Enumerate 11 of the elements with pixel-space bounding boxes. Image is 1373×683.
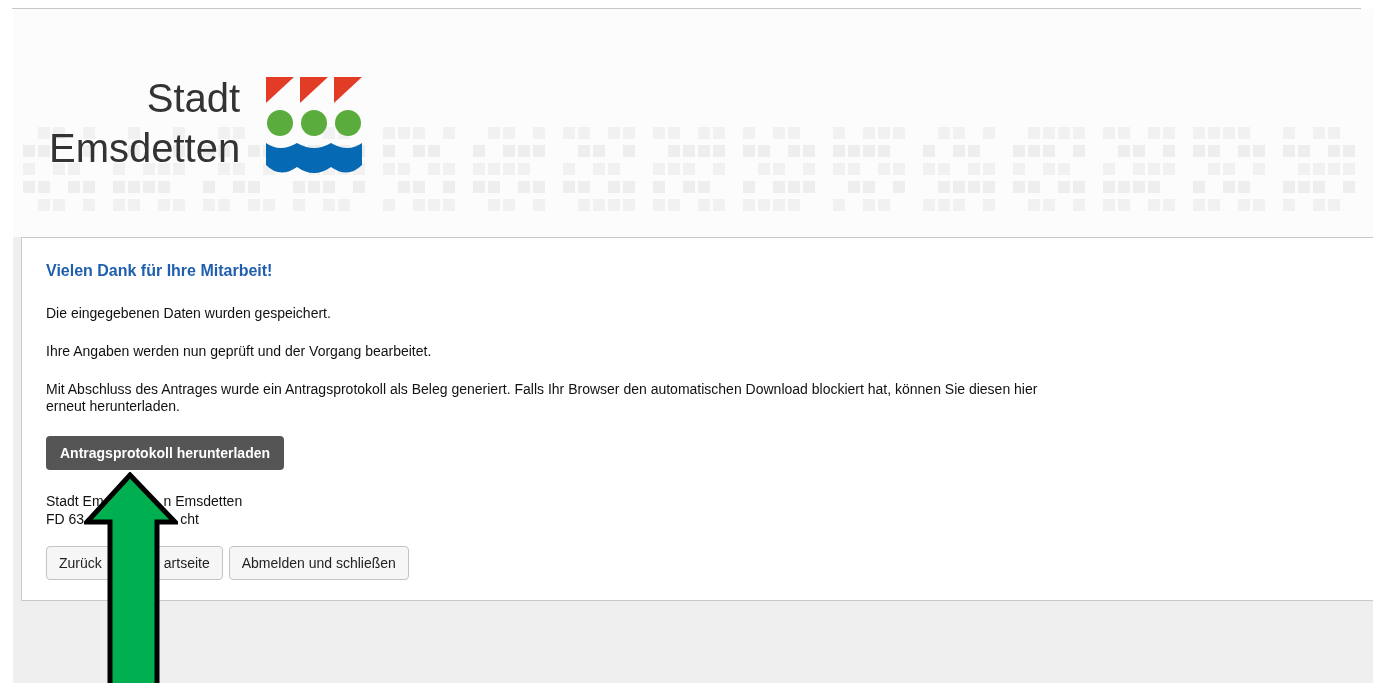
nav-button[interactable]: Abmelden und schließen xyxy=(228,546,409,580)
address-text: n Emsdetten xyxy=(163,492,243,510)
logo-text: Emsdetten xyxy=(49,125,241,172)
download-button[interactable]: Antragsprotokoll herunterladen xyxy=(46,436,285,470)
logo-text: Stadt xyxy=(146,75,241,122)
paragraph: Die eingegebenen Daten wurden gespeichert. xyxy=(46,305,332,322)
address-text: cht xyxy=(180,510,199,528)
paragraph: Ihre Angaben werden nun geprüft und der Vorgang bearbeitet. xyxy=(46,343,433,360)
heading: Vielen Dank für Ihre Mitarbeit! xyxy=(46,262,274,280)
address-text: FD 63 xyxy=(46,510,85,528)
paragraph: Mit Abschluss des Antrages wurde ein Antragsprotokoll als Beleg generiert. Falls Ihr Browser den automatischen Download blockiert hat, können Sie diesen hier erneut herunterladen. xyxy=(46,381,1039,415)
